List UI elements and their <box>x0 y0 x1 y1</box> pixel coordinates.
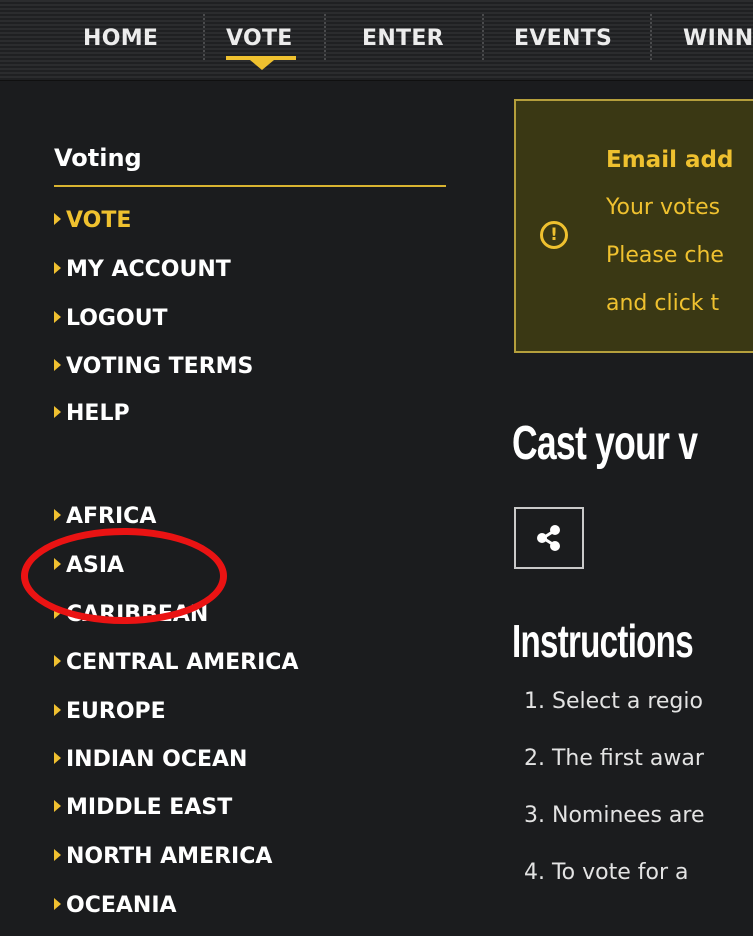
arrow-right-icon <box>54 262 61 274</box>
region-label: NORTH AMERICA <box>66 844 273 869</box>
active-nav-caret-icon <box>250 60 274 70</box>
region-link-middle-east[interactable]: MIDDLE EAST <box>54 791 232 825</box>
notice-title: Email add <box>606 147 734 173</box>
sidebar-item-my-account[interactable]: MY ACCOUNT <box>54 253 231 287</box>
region-link-central-america[interactable]: CENTRAL AMERICA <box>54 646 298 680</box>
top-navigation: HOME VOTE ENTER EVENTS WINN <box>0 0 753 81</box>
arrow-right-icon <box>54 607 61 619</box>
region-label: CARIBBEAN <box>66 602 209 627</box>
sidebar-item-voting-terms[interactable]: VOTING TERMS <box>54 350 253 384</box>
arrow-right-icon <box>54 704 61 716</box>
nav-home[interactable]: HOME <box>83 26 158 52</box>
share-button[interactable] <box>514 507 584 569</box>
arrow-right-icon <box>54 800 61 812</box>
sidebar-item-logout[interactable]: LOGOUT <box>54 302 168 336</box>
nav-divider <box>203 14 205 62</box>
sidebar-item-help[interactable]: HELP <box>54 397 130 431</box>
arrow-right-icon <box>54 406 61 418</box>
nav-divider <box>482 14 484 62</box>
arrow-right-icon <box>54 558 61 570</box>
arrow-right-icon <box>54 311 61 323</box>
arrow-right-icon <box>54 655 61 667</box>
region-link-north-america[interactable]: NORTH AMERICA <box>54 840 272 874</box>
arrow-right-icon <box>54 752 61 764</box>
region-link-indian-ocean[interactable]: INDIAN OCEAN <box>54 743 247 777</box>
instruction-item: 3. Nominees are <box>524 803 705 828</box>
instruction-item: 1. Select a regio <box>524 689 703 714</box>
arrow-right-icon <box>54 359 61 371</box>
region-link-oceania[interactable]: OCEANIA <box>54 889 177 923</box>
share-icon <box>537 525 560 551</box>
region-link-caribbean[interactable]: CARIBBEAN <box>54 598 208 632</box>
nav-enter[interactable]: ENTER <box>362 26 444 52</box>
sidebar-divider <box>54 185 446 187</box>
arrow-right-icon <box>54 849 61 861</box>
arrow-right-icon <box>54 213 61 225</box>
notice-text-line: Your votes <box>606 195 721 220</box>
region-label: ASIA <box>66 553 125 578</box>
instruction-item: 2. The first awar <box>524 746 704 771</box>
nav-events[interactable]: EVENTS <box>514 26 612 52</box>
sidebar-item-vote[interactable]: VOTE <box>54 204 131 238</box>
page-title: Cast your v <box>512 417 698 470</box>
instruction-item: 4. To vote for a <box>524 860 689 885</box>
nav-divider <box>650 14 652 62</box>
nav-winners[interactable]: WINN <box>683 26 753 52</box>
arrow-right-icon <box>54 509 61 521</box>
region-link-europe[interactable]: EUROPE <box>54 695 166 729</box>
region-link-africa[interactable]: AFRICA <box>54 500 156 534</box>
sidebar-item-label: VOTE <box>66 208 132 233</box>
instructions-heading: Instructions <box>512 615 694 667</box>
sidebar-item-label: LOGOUT <box>66 306 168 331</box>
arrow-right-icon <box>54 898 61 910</box>
sidebar-title: Voting <box>54 144 142 172</box>
notice-text-line: and click t <box>606 291 720 316</box>
region-link-asia[interactable]: ASIA <box>54 549 124 583</box>
email-notice-box: ! Email add Your votes Please che and cl… <box>514 99 753 353</box>
region-label: CENTRAL AMERICA <box>66 650 299 675</box>
nav-vote[interactable]: VOTE <box>226 26 293 52</box>
region-label: AFRICA <box>66 504 157 529</box>
sidebar-item-label: HELP <box>66 401 130 426</box>
nav-divider <box>324 14 326 62</box>
region-label: OCEANIA <box>66 893 177 918</box>
sidebar-item-label: VOTING TERMS <box>66 354 254 379</box>
notice-text-line: Please che <box>606 243 724 268</box>
region-label: MIDDLE EAST <box>66 795 233 820</box>
exclamation-circle-icon: ! <box>540 221 568 249</box>
region-label: INDIAN OCEAN <box>66 747 248 772</box>
region-label: EUROPE <box>66 699 166 724</box>
sidebar-item-label: MY ACCOUNT <box>66 257 231 282</box>
